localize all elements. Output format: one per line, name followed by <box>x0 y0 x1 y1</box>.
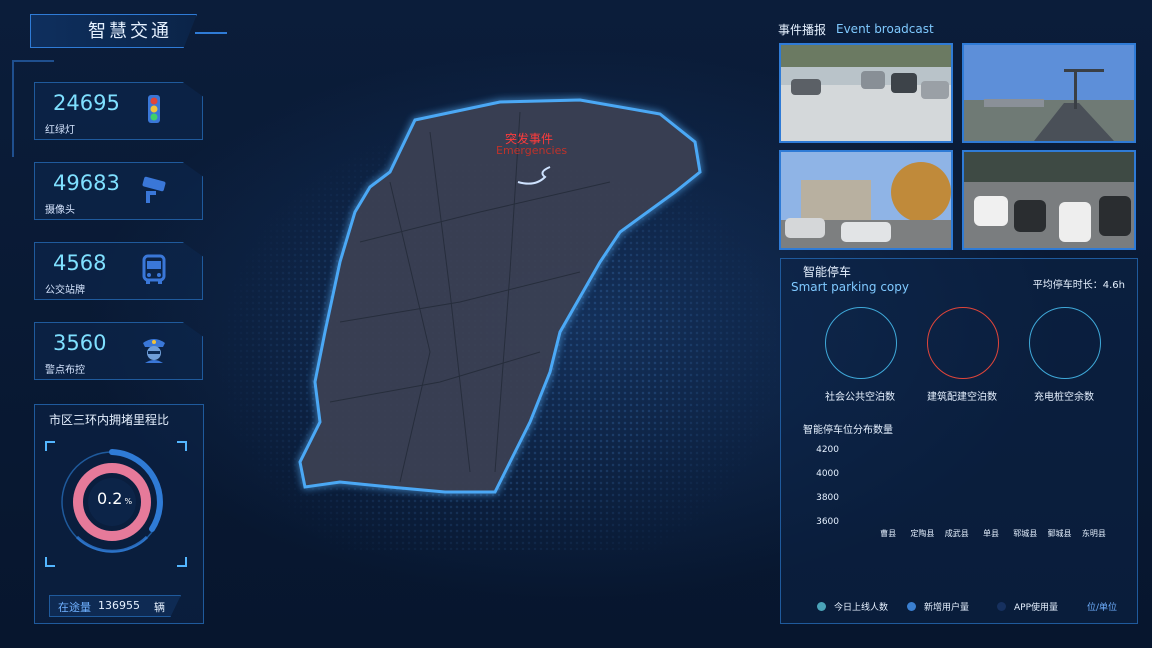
parking-subtitle: Smart parking copy <box>791 280 909 294</box>
legend-item: 今日上线人数 <box>817 600 888 613</box>
legend-label: 今日上线人数 <box>834 603 889 613</box>
camera-feed-image <box>781 152 951 248</box>
title-decoration <box>195 32 227 42</box>
chart-title: 智能停车位分布数量 <box>803 425 893 436</box>
ring-building-vacancy <box>927 307 999 379</box>
x-tick-label: 定陶县 <box>910 528 934 538</box>
camera-feed-3[interactable] <box>779 150 953 250</box>
x-tick-label: 东明县 <box>1082 528 1106 538</box>
y-tick-label: 4000 <box>816 469 839 479</box>
in-transit-bar: 在途量 136955 辆 <box>49 595 181 617</box>
broadcast-subtitle: Event broadcast <box>836 22 934 36</box>
bus-icon <box>142 254 166 284</box>
in-transit-value: 136955 <box>98 599 140 612</box>
congestion-unit: % <box>124 497 133 506</box>
ring-label: 充电桩空余数 <box>1034 392 1094 403</box>
in-transit-label: 在途量 <box>58 601 91 614</box>
stat-value: 49683 <box>53 171 120 195</box>
y-tick-label: 3600 <box>816 517 839 527</box>
stat-label: 摄像头 <box>45 205 75 216</box>
camera-feed-image <box>964 45 1134 141</box>
in-transit-unit: 辆 <box>154 601 165 614</box>
congestion-value-number: 0.2 <box>97 489 123 508</box>
stat-label: 公交站牌 <box>45 285 85 296</box>
stat-label: 红绿灯 <box>45 125 75 136</box>
legend-swatch <box>817 602 826 611</box>
ring-charging-vacancy <box>1029 307 1101 379</box>
stat-cameras[interactable]: 49683 摄像头 <box>34 162 203 220</box>
x-tick-label: 曹县 <box>880 528 896 538</box>
legend-swatch <box>997 602 1006 611</box>
legend-label: APP使用量 <box>1014 603 1059 613</box>
parking-bar-chart: 4200 4000 3800 3600 曹县 定陶县 成武县 单县 郓城县 鄄城县 东明县 <box>816 445 1106 538</box>
congestion-title: 市区三环内拥堵里程比 <box>49 413 170 427</box>
stat-value: 4568 <box>53 251 107 275</box>
camera-feed-image <box>781 45 951 141</box>
ring-label: 建筑配建空泊数 <box>927 392 997 403</box>
legend-swatch <box>907 602 916 611</box>
y-tick-label: 4200 <box>816 445 839 455</box>
camera-feed-image <box>964 152 1134 248</box>
parking-average-duration: 平均停车时长：4.6h <box>1032 280 1125 291</box>
emergency-subtitle: Emergencies <box>496 144 568 157</box>
broadcast-title: 事件播报 <box>778 23 827 37</box>
x-tick-label: 成武县 <box>945 528 969 538</box>
x-tick-label: 单县 <box>983 528 999 538</box>
corner-mark <box>45 557 55 567</box>
unit-label: 位/单位 <box>1087 603 1118 613</box>
legend-label: 新增用户量 <box>924 603 970 613</box>
corner-mark <box>177 557 187 567</box>
ring-label: 社会公共空泊数 <box>825 392 895 403</box>
page-title: 智慧交通 <box>88 21 172 42</box>
smart-parking-panel: 智能停车 Smart parking copy 平均停车时长：4.6h 社会公共… <box>780 258 1138 624</box>
stat-value: 24695 <box>53 91 120 115</box>
traffic-light-icon <box>148 95 160 123</box>
legend-item: 新增用户量 <box>907 600 969 613</box>
stat-value: 3560 <box>53 331 107 355</box>
camera-icon <box>142 176 166 203</box>
corner-mark <box>45 441 55 451</box>
ring-public-vacancy <box>825 307 897 379</box>
y-tick-label: 3800 <box>816 493 839 503</box>
stat-bus-stops[interactable]: 4568 公交站牌 <box>34 242 203 300</box>
corner-mark <box>177 441 187 451</box>
camera-feed-4[interactable] <box>962 150 1136 250</box>
congestion-panel: 市区三环内拥堵里程比 0.2% 在途量 136955 辆 <box>34 404 204 624</box>
police-icon <box>143 339 165 363</box>
stat-police-points[interactable]: 3560 警点布控 <box>34 322 203 380</box>
camera-feed-2[interactable] <box>962 43 1136 143</box>
congestion-value: 0.2% <box>97 489 132 508</box>
x-tick-label: 郓城县 <box>1013 529 1037 538</box>
x-tick-label: 鄄城县 <box>1048 529 1072 538</box>
legend-item: APP使用量 <box>997 600 1058 613</box>
camera-feed-1[interactable] <box>779 43 953 143</box>
parking-title: 智能停车 <box>803 265 852 279</box>
stat-traffic-lights[interactable]: 24695 红绿灯 <box>34 82 203 140</box>
stat-label: 警点布控 <box>45 365 85 376</box>
